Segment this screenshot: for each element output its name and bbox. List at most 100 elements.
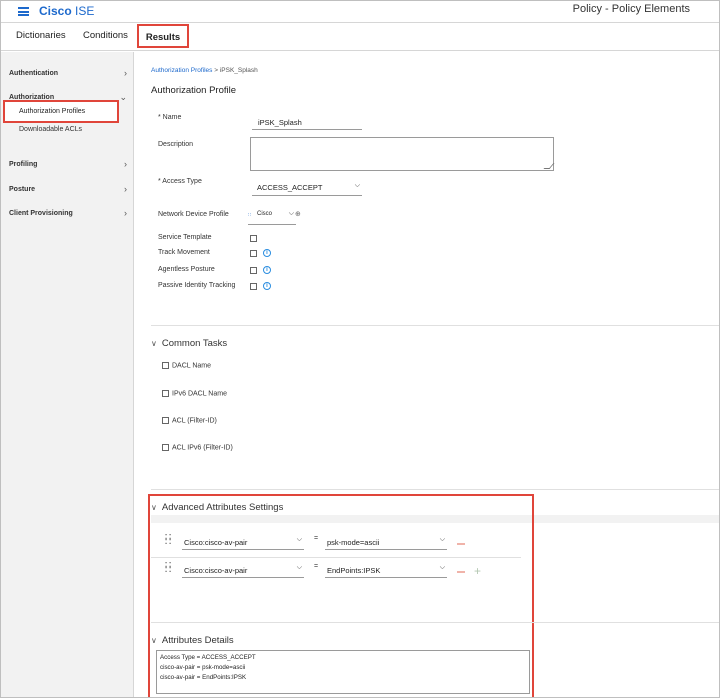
menu-icon[interactable] bbox=[18, 7, 29, 16]
ndp-value: Cisco bbox=[257, 211, 273, 217]
sidebar-item-authorization-profiles[interactable]: Authorization Profiles bbox=[3, 100, 119, 123]
divider bbox=[151, 325, 719, 326]
brand-bold: Cisco bbox=[39, 4, 72, 18]
value-select[interactable]: psk-mode=ascii ⌵ bbox=[325, 536, 447, 550]
chevron-down-icon: ⌵ bbox=[439, 536, 445, 543]
ndp-select[interactable]: ∷ Cisco ⌵ bbox=[248, 210, 296, 225]
task-label: DACL Name bbox=[172, 362, 212, 370]
sidebar-item-profiling[interactable]: Profiling › bbox=[9, 159, 129, 169]
description-field[interactable] bbox=[250, 137, 555, 171]
advanced-attributes-title: Advanced Attributes Settings bbox=[161, 502, 284, 513]
task-acl-filter-id[interactable]: ACL (Filter-ID) bbox=[162, 417, 217, 424]
tab-results[interactable]: Results bbox=[137, 24, 189, 48]
advanced-attributes-header[interactable]: ∨ Advanced Attributes Settings bbox=[151, 502, 283, 513]
tab-bar: Dictionaries Conditions Results bbox=[1, 24, 719, 51]
sidebar-item-label: Client Provisioning bbox=[9, 210, 73, 217]
chevron-down-icon: ⌵ bbox=[296, 564, 302, 571]
attribute-value: EndPoints:IPSK bbox=[327, 566, 381, 575]
chevron-right-icon: › bbox=[124, 68, 127, 78]
task-ipv6-dacl-name[interactable]: IPv6 DACL Name bbox=[162, 390, 227, 397]
sidebar-item-label: Profiling bbox=[9, 161, 38, 168]
info-icon[interactable]: i bbox=[263, 266, 271, 274]
agentless-posture-label: Agentless Posture bbox=[158, 266, 215, 273]
drag-handle-icon[interactable]: ∷ ∷ bbox=[165, 561, 171, 576]
attributes-details-header[interactable]: ∨ Attributes Details bbox=[151, 635, 234, 646]
resize-grip-icon[interactable] bbox=[543, 163, 555, 169]
sidebar-item-downloadable-acls[interactable]: Downloadable ACLs bbox=[19, 126, 82, 133]
operator: = bbox=[314, 535, 319, 542]
brand-rest: ISE bbox=[75, 4, 95, 18]
sidebar-item-posture[interactable]: Posture › bbox=[9, 184, 129, 194]
divider bbox=[151, 557, 521, 558]
ndp-label: Network Device Profile bbox=[158, 211, 229, 218]
breadcrumb-parent-link[interactable]: Authorization Profiles bbox=[151, 67, 212, 74]
chevron-down-icon: ⌵ bbox=[354, 182, 360, 189]
drag-handle-icon[interactable]: ∷ ∷ bbox=[165, 533, 171, 548]
task-checkbox[interactable] bbox=[162, 444, 169, 451]
chevron-right-icon: › bbox=[124, 159, 127, 169]
chevron-down-icon: ∨ bbox=[151, 339, 157, 348]
common-tasks-header[interactable]: ∨ Common Tasks bbox=[151, 338, 227, 349]
chevron-down-icon: ⌄ bbox=[119, 92, 127, 102]
external-link-icon[interactable]: ⊕ bbox=[295, 210, 301, 218]
tab-conditions[interactable]: Conditions bbox=[83, 30, 128, 41]
divider bbox=[151, 489, 719, 490]
access-type-value: ACCESS_ACCEPT bbox=[257, 183, 323, 192]
task-checkbox[interactable] bbox=[162, 390, 169, 397]
breadcrumb-separator: > bbox=[214, 67, 219, 74]
attribute-value: psk-mode=ascii bbox=[327, 538, 380, 547]
access-type-label: * Access Type bbox=[158, 178, 202, 185]
chevron-right-icon: › bbox=[124, 208, 127, 218]
operator: = bbox=[314, 563, 319, 570]
app-window: Cisco ISE Policy - Policy Elements Dicti… bbox=[0, 0, 720, 698]
sidebar-item-label: Authorization Profiles bbox=[19, 108, 86, 115]
remove-icon[interactable] bbox=[457, 571, 465, 573]
details-line: cisco-av-pair = EndPoints:IPSK bbox=[160, 674, 247, 681]
service-template-checkbox[interactable] bbox=[250, 235, 257, 242]
sidebar-item-label: Authentication bbox=[9, 70, 58, 77]
chevron-down-icon: ∨ bbox=[151, 636, 157, 645]
attribute-select[interactable]: Cisco:cisco-av-pair ⌵ bbox=[182, 564, 304, 578]
chevron-down-icon: ⌵ bbox=[439, 564, 445, 571]
remove-icon[interactable] bbox=[457, 543, 465, 545]
task-checkbox[interactable] bbox=[162, 362, 169, 369]
chevron-down-icon: ∨ bbox=[151, 503, 157, 512]
chevron-down-icon: ⌵ bbox=[296, 536, 302, 543]
passive-identity-checkbox[interactable] bbox=[250, 283, 257, 290]
task-dacl-name[interactable]: DACL Name bbox=[162, 362, 211, 369]
page-heading: Policy - Policy Elements bbox=[572, 3, 690, 15]
value-select[interactable]: EndPoints:IPSK ⌵ bbox=[325, 564, 447, 578]
attributes-details-box: Access Type = ACCESS_ACCEPT cisco-av-pai… bbox=[156, 650, 530, 694]
top-bar: Cisco ISE Policy - Policy Elements bbox=[1, 1, 719, 23]
breadcrumb-current: iPSK_Splash bbox=[219, 67, 258, 74]
page-title: Authorization Profile bbox=[151, 85, 237, 96]
info-icon[interactable]: i bbox=[263, 249, 271, 257]
divider bbox=[151, 622, 719, 623]
task-checkbox[interactable] bbox=[162, 417, 169, 424]
common-tasks-title: Common Tasks bbox=[161, 338, 228, 349]
track-movement-checkbox[interactable] bbox=[250, 250, 257, 257]
details-line: Access Type = ACCESS_ACCEPT bbox=[160, 654, 256, 661]
cisco-logo-icon: ∷ bbox=[248, 212, 252, 218]
agentless-posture-checkbox[interactable] bbox=[250, 267, 257, 274]
name-field[interactable]: iPSK_Splash bbox=[252, 114, 362, 130]
task-label: IPv6 DACL Name bbox=[172, 390, 227, 398]
access-type-select[interactable]: ACCESS_ACCEPT ⌵ bbox=[252, 182, 362, 196]
sidebar-item-label: Posture bbox=[9, 186, 36, 193]
sidebar-item-client-provisioning[interactable]: Client Provisioning › bbox=[9, 208, 129, 218]
main-content: Authorization Profiles > iPSK_Splash Aut… bbox=[135, 52, 719, 697]
task-acl-ipv6-filter-id[interactable]: ACL IPv6 (Filter-ID) bbox=[162, 444, 233, 451]
chevron-down-icon: ⌵ bbox=[288, 210, 294, 217]
task-label: ACL (Filter-ID) bbox=[172, 417, 217, 425]
details-line: cisco-av-pair = psk-mode=ascii bbox=[160, 664, 246, 671]
name-label: * Name bbox=[158, 114, 182, 121]
app-brand: Cisco ISE bbox=[39, 4, 94, 18]
tab-dictionaries[interactable]: Dictionaries bbox=[16, 30, 66, 41]
sidebar-item-authentication[interactable]: Authentication › bbox=[9, 68, 129, 78]
service-template-label: Service Template bbox=[158, 234, 212, 241]
info-icon[interactable]: i bbox=[263, 282, 271, 290]
task-label: ACL IPv6 (Filter-ID) bbox=[172, 444, 233, 452]
attribute-select[interactable]: Cisco:cisco-av-pair ⌵ bbox=[182, 536, 304, 550]
add-icon[interactable]: + bbox=[474, 565, 481, 577]
chevron-right-icon: › bbox=[124, 184, 127, 194]
